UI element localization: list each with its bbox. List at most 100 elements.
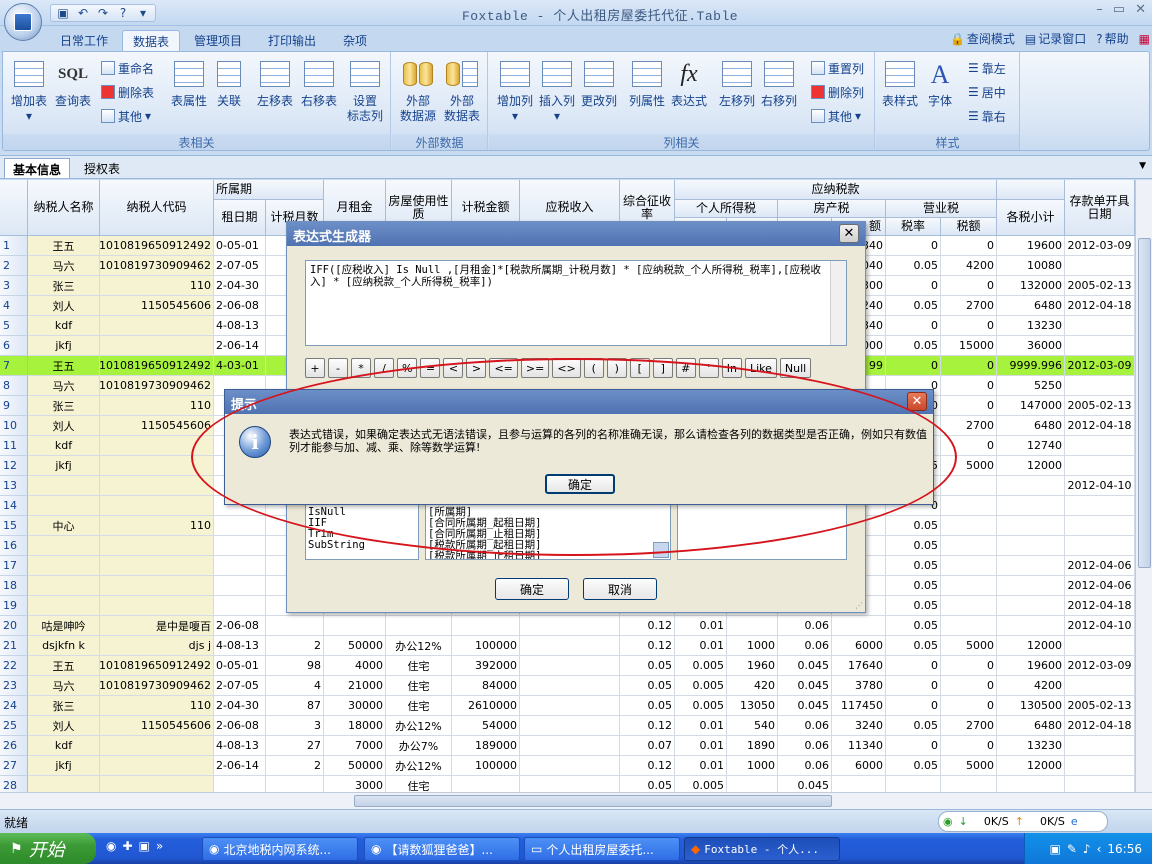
col-header-start[interactable]: 租日期 xyxy=(214,200,266,236)
cell-bt-amt[interactable] xyxy=(941,576,997,596)
reset-column-button[interactable]: 重置列 xyxy=(811,58,864,78)
col-header-period[interactable]: 所属期 xyxy=(214,180,324,200)
cell-bt-amt[interactable]: 0 xyxy=(941,356,997,376)
resize-grip-icon[interactable]: ⋰ xyxy=(855,601,863,610)
cell-start[interactable]: 2-06-08 xyxy=(214,296,266,316)
chevron-right-icon[interactable]: » xyxy=(156,839,163,853)
value-list[interactable] xyxy=(677,502,847,560)
cell-rent[interactable]: 50000 xyxy=(324,636,386,656)
operator-button[interactable]: >= xyxy=(520,358,550,378)
function-list[interactable]: IsNull IIF Trim SubString xyxy=(305,502,419,560)
cell-pit-rate[interactable]: 0.01 xyxy=(675,736,727,756)
cell-income[interactable] xyxy=(520,636,620,656)
move-column-right-button[interactable]: 右移列 xyxy=(757,56,801,132)
cell-bt-rate[interactable]: 0.05 xyxy=(886,256,941,276)
cell-bt-amt[interactable]: 5000 xyxy=(941,456,997,476)
cell-code[interactable]: 11010819730909462 xyxy=(100,256,214,276)
cell-months[interactable]: 87 xyxy=(266,696,324,716)
rename-table-button[interactable]: 重命名 xyxy=(101,58,154,78)
cell-pt-rate[interactable]: 0.045 xyxy=(778,676,832,696)
cell-sub[interactable]: 12000 xyxy=(997,456,1065,476)
cell-bt-rate[interactable]: 0 xyxy=(886,676,941,696)
vertical-scroll-thumb[interactable] xyxy=(1138,238,1151,568)
row-header[interactable]: 13 xyxy=(0,476,28,496)
col-header-code[interactable]: 纳税人代码 xyxy=(100,180,214,236)
cell-name[interactable]: 张三 xyxy=(28,396,100,416)
record-window-link[interactable]: ▤ 记录窗口 xyxy=(1025,30,1086,47)
cell-name[interactable] xyxy=(28,576,100,596)
cell-code[interactable] xyxy=(100,536,214,556)
cell-bt-amt[interactable]: 5000 xyxy=(941,756,997,776)
cell-sub[interactable] xyxy=(997,576,1065,596)
cell-sub[interactable]: 12000 xyxy=(997,636,1065,656)
cell-start[interactable]: 0-05-01 xyxy=(214,656,266,676)
sheet-tab-basic-info[interactable]: 基本信息 xyxy=(4,158,71,178)
cell-pt-rate[interactable]: 0.06 xyxy=(778,636,832,656)
cell-bt-amt[interactable] xyxy=(941,516,997,536)
align-left-button[interactable]: ☰ 靠左 xyxy=(968,58,1006,78)
cell-pt-rate[interactable]: 0.06 xyxy=(778,736,832,756)
quick-launch-icon[interactable]: ▣ xyxy=(139,839,150,853)
row-header[interactable]: 20 xyxy=(0,616,28,636)
cell-date[interactable]: 2012-04-10 xyxy=(1065,616,1135,636)
cell-start[interactable] xyxy=(214,596,266,616)
table-row[interactable]: 咕是呻吟 是中是嗄百 2-06-08 0.12 0.01 0.06 0.05 2012-04-… xyxy=(28,616,1135,636)
cell-pit-amt[interactable]: 1890 xyxy=(727,736,778,756)
cell-code[interactable] xyxy=(100,316,214,336)
tab-print-output[interactable]: 打印输出 xyxy=(258,30,326,52)
cell-rate[interactable]: 0.05 xyxy=(620,776,675,792)
message-ok-button[interactable]: 确定 xyxy=(545,474,615,494)
table-row[interactable]: 张三 110 2-04-30 87 30000 住宅 2610000 0.05 0.005 130… xyxy=(28,696,1135,716)
cell-bt-amt[interactable]: 15000 xyxy=(941,336,997,356)
cell-amount[interactable]: 84000 xyxy=(452,676,520,696)
cell-date[interactable] xyxy=(1065,676,1135,696)
sheet-tab-authorization[interactable]: 授权表 xyxy=(76,158,128,178)
cell-name[interactable]: dsjkfn k xyxy=(28,636,100,656)
operator-button[interactable]: - xyxy=(328,358,348,378)
operator-button[interactable]: * xyxy=(351,358,371,378)
cell-bt-amt[interactable] xyxy=(941,496,997,516)
cell-name[interactable]: 刘人 xyxy=(28,416,100,436)
cell-start[interactable]: 2-06-14 xyxy=(214,336,266,356)
cell-usage[interactable]: 住宅 xyxy=(386,676,452,696)
delete-column-button[interactable]: 删除列 xyxy=(811,82,864,102)
cell-pit-amt[interactable]: 420 xyxy=(727,676,778,696)
cell-bt-rate[interactable]: 0 xyxy=(886,696,941,716)
cell-date[interactable] xyxy=(1065,376,1135,396)
cell-bt-rate[interactable]: 0 xyxy=(886,316,941,336)
cell-code[interactable]: 是中是嗄百 xyxy=(100,616,214,636)
row-header[interactable]: 22 xyxy=(0,656,28,676)
cell-date[interactable] xyxy=(1065,756,1135,776)
cell-date[interactable]: 2005-02-13 xyxy=(1065,696,1135,716)
cell-pit-rate[interactable]: 0.005 xyxy=(675,676,727,696)
row-header[interactable]: 8 xyxy=(0,376,28,396)
cell-sub[interactable]: 147000 xyxy=(997,396,1065,416)
external-table-button[interactable]: 外部 数据表 xyxy=(440,56,484,132)
cell-sub[interactable]: 12740 xyxy=(997,436,1065,456)
row-header[interactable]: 15 xyxy=(0,516,28,536)
cell-bt-rate[interactable]: 0.05 xyxy=(886,576,941,596)
cell-rate[interactable]: 0.05 xyxy=(620,676,675,696)
row-header[interactable]: 9 xyxy=(0,396,28,416)
cell-pit-amt[interactable]: 1960 xyxy=(727,656,778,676)
cell-months[interactable]: 98 xyxy=(266,656,324,676)
cell-bt-amt[interactable]: 0 xyxy=(941,676,997,696)
operator-button[interactable]: [ xyxy=(629,358,650,378)
cell-date[interactable]: 2012-03-09 xyxy=(1065,236,1135,256)
row-header[interactable]: 28 xyxy=(0,776,28,792)
cell-bt-amt[interactable] xyxy=(941,776,997,792)
row-header[interactable]: 12 xyxy=(0,456,28,476)
cell-sub[interactable] xyxy=(997,496,1065,516)
cell-amount[interactable]: 189000 xyxy=(452,736,520,756)
cell-code[interactable] xyxy=(100,556,214,576)
cell-bt-rate[interactable]: 0.05 xyxy=(886,536,941,556)
cell-income[interactable] xyxy=(520,616,620,636)
cell-bt-amt[interactable]: 0 xyxy=(941,436,997,456)
cell-pit-rate[interactable]: 0.01 xyxy=(675,616,727,636)
insert-column-button[interactable]: 插入列 ▾ xyxy=(535,56,579,132)
cell-name[interactable]: 王五 xyxy=(28,356,100,376)
cell-date[interactable] xyxy=(1065,736,1135,756)
set-flag-column-button[interactable]: 设置 标志列 xyxy=(343,56,387,132)
table-props-button[interactable]: 表属性 xyxy=(167,56,211,132)
cell-rent[interactable]: 21000 xyxy=(324,676,386,696)
